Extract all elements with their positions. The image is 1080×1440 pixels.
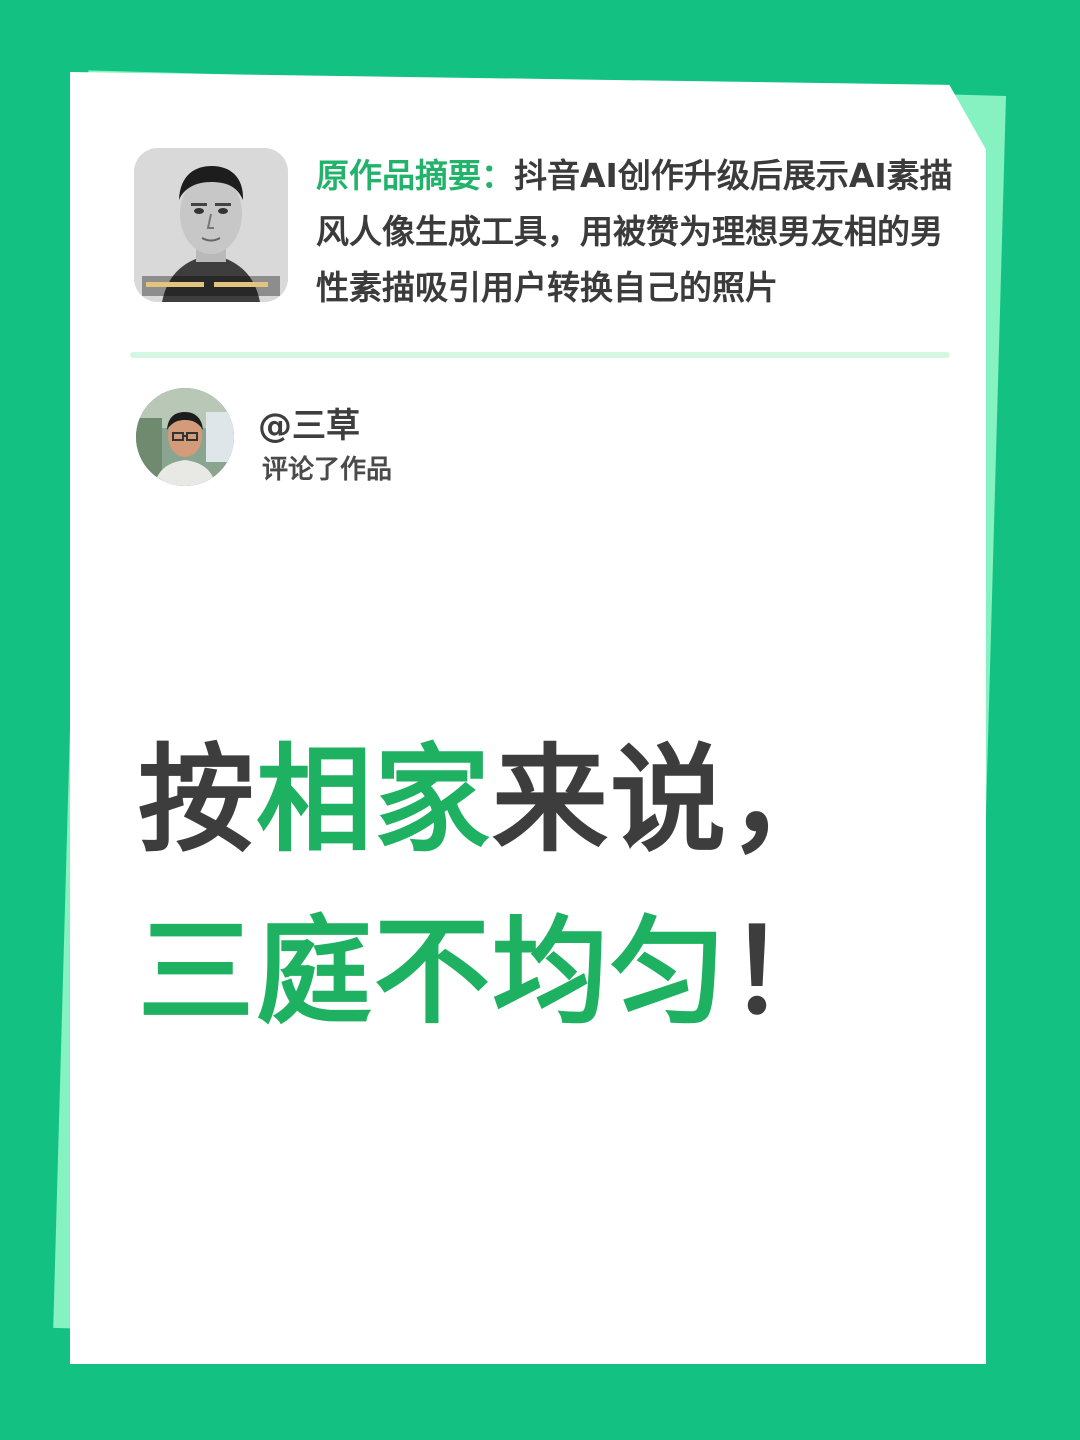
original-work-thumbnail[interactable] — [134, 148, 288, 302]
comment-action: 评论了作品 — [262, 455, 393, 485]
comment-username[interactable]: @三草 — [258, 398, 360, 447]
user-avatar[interactable] — [136, 388, 234, 486]
headline-part-1: 按 — [138, 733, 256, 868]
headline-part-3: 来说， — [492, 733, 846, 868]
headline-part-5: ！ — [728, 905, 846, 1040]
summary-block: 原作品摘要：抖音AI创作升级后展示AI素描风人像生成工具，用被赞为理想男友相的男… — [316, 148, 956, 316]
summary-label: 原作品摘要： — [316, 156, 514, 195]
portrait-sketch-image — [134, 148, 288, 302]
section-divider — [130, 352, 950, 358]
headline-part-4: 三庭不均匀 — [138, 905, 728, 1040]
avatar-photo — [136, 388, 234, 486]
headline-part-2: 相家 — [256, 733, 492, 868]
headline-text: 按相家来说， 三庭不均匀！ — [138, 715, 938, 1059]
